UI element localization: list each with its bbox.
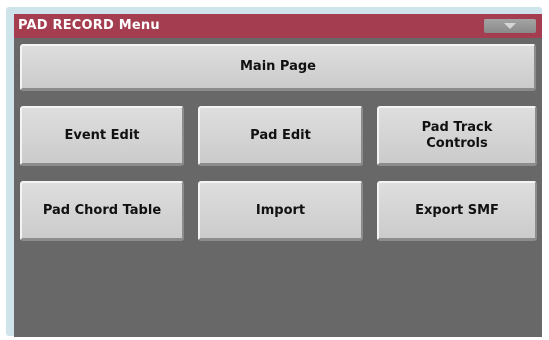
screen: PAD RECORD Menu Main Page Event Edit Pad… xyxy=(14,14,542,337)
event-edit-button[interactable]: Event Edit xyxy=(20,106,184,166)
page-title: PAD RECORD Menu xyxy=(18,18,160,33)
chevron-down-icon xyxy=(504,23,516,29)
pad-track-controls-button[interactable]: Pad Track Controls xyxy=(377,106,537,166)
export-smf-button[interactable]: Export SMF xyxy=(377,181,537,241)
import-button[interactable]: Import xyxy=(198,181,363,241)
page-menu-button[interactable] xyxy=(484,19,536,33)
display-frame: PAD RECORD Menu Main Page Event Edit Pad… xyxy=(6,7,542,337)
main-page-button[interactable]: Main Page xyxy=(20,44,536,91)
title-bar: PAD RECORD Menu xyxy=(14,14,542,38)
pad-edit-button[interactable]: Pad Edit xyxy=(198,106,363,166)
pad-chord-table-button[interactable]: Pad Chord Table xyxy=(20,181,184,241)
